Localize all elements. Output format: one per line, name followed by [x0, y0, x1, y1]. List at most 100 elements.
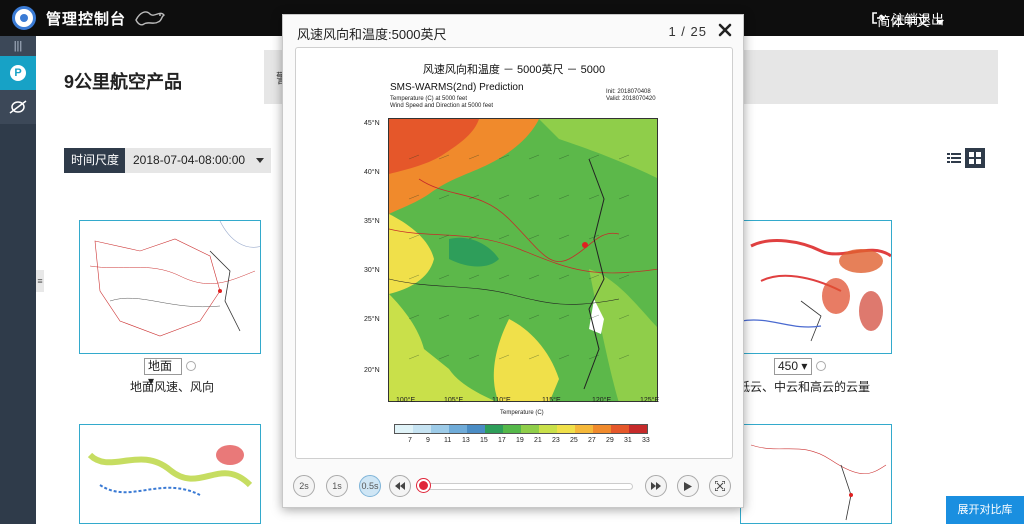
product-thumbnail[interactable]: [79, 220, 261, 354]
colorbar-labels: 7 9 11 13 15 17 19 21 23 25 27 29 31 33: [394, 437, 674, 447]
time-select-value: 2018-07-04-08:00:00: [133, 153, 246, 167]
colorbar-label: 9: [426, 437, 430, 444]
variable-line-1: Temperature (C) at 5000 feet: [390, 96, 468, 102]
lon-tick: 115°E: [542, 397, 561, 404]
colorbar-swatch: [503, 425, 521, 433]
menu-icon: |||: [13, 40, 23, 52]
rewind-button[interactable]: [389, 475, 411, 497]
colorbar-swatch: [593, 425, 611, 433]
colorbar-label: 13: [462, 437, 470, 444]
logo-icon: [12, 6, 36, 30]
forecast-image: 风速风向和温度 － 5000英尺 － 5000 SMS-WARMS(2nd) P…: [295, 47, 733, 459]
sidebar-item-orbit[interactable]: [0, 90, 36, 124]
product-icon: P: [10, 65, 26, 81]
lat-tick: 40°N: [364, 169, 380, 176]
colorbar-label: 19: [516, 437, 524, 444]
level-select-value: 地面: [148, 359, 173, 373]
image-counter: 1 / 25: [668, 24, 707, 39]
product-caption: 地面风速、风向: [130, 380, 215, 394]
colorbar-swatch: [557, 425, 575, 433]
lon-tick: 120°E: [592, 397, 612, 404]
time-scale-label: 时间尺度: [64, 148, 127, 173]
colorbar-label: 21: [534, 437, 542, 444]
play-icon: [684, 481, 692, 491]
colorbar-label: 17: [498, 437, 506, 444]
colorbar-label: 31: [624, 437, 632, 444]
lon-tick: 100°E: [396, 397, 416, 404]
colorbar-swatch: [467, 425, 485, 433]
lat-tick: 20°N: [364, 367, 380, 374]
colorbar-label: 25: [570, 437, 578, 444]
temperature-colorbar: [394, 424, 648, 434]
play-button[interactable]: [677, 475, 699, 497]
colorbar-swatch: [611, 425, 629, 433]
speed-0.5s-button[interactable]: 0.5s: [359, 475, 381, 497]
model-name: SMS-WARMS(2nd) Prediction: [390, 82, 524, 93]
add-compare-icon[interactable]: [816, 361, 826, 371]
colorbar-label: 29: [606, 437, 614, 444]
dragon-logo-icon: [135, 11, 166, 26]
lon-tick: 125°E: [640, 397, 660, 404]
colorbar-swatch: [485, 425, 503, 433]
product-thumbnail[interactable]: [740, 220, 892, 354]
forecast-map: [388, 118, 658, 402]
collapse-handle[interactable]: ≡: [36, 270, 44, 292]
app-title: 管理控制台: [46, 11, 127, 28]
valid-time: Valid: 2018070420: [606, 96, 656, 102]
colorbar-label: 7: [408, 437, 412, 444]
chevron-down-icon: [256, 158, 264, 163]
list-icon: [947, 153, 961, 163]
variable-line-2: Wind Speed and Direction at 5000 feet: [390, 103, 494, 109]
lat-tick: 45°N: [364, 120, 380, 127]
product-caption: 低云、中云和高云的云量: [738, 380, 871, 394]
progress-slider-handle[interactable]: [417, 479, 430, 492]
product-thumbnail[interactable]: [79, 424, 261, 524]
colorbar-label: 11: [444, 437, 452, 444]
chevron-down-icon: [936, 20, 944, 26]
image-viewer-modal: 风速风向和温度:5000英尺 1 / 25 风速风向和温度 － 5000英尺 －…: [282, 14, 744, 508]
grid-icon: [969, 152, 981, 164]
lon-tick: 110°E: [492, 397, 511, 404]
colorbar-title: Temperature (C): [500, 410, 544, 416]
page-title: 9公里航空产品: [64, 72, 183, 92]
figure-title: 风速风向和温度 － 5000英尺 － 5000: [422, 64, 606, 76]
speed-2s-button[interactable]: 2s: [293, 475, 315, 497]
fast-forward-icon: [651, 482, 661, 490]
colorbar-swatch: [413, 425, 431, 433]
modal-title: 风速风向和温度:5000英尺: [297, 27, 447, 42]
language-dropdown[interactable]: 简体中文: [877, 11, 944, 30]
colorbar-swatch: [521, 425, 539, 433]
rewind-icon: [395, 482, 405, 490]
close-icon[interactable]: [717, 22, 733, 38]
language-label: 简体中文: [877, 14, 930, 29]
grid-view-button[interactable]: [965, 148, 985, 168]
level-select[interactable]: 地面 ▾: [144, 358, 182, 388]
lat-tick: 25°N: [364, 316, 380, 323]
speed-1s-button[interactable]: 1s: [326, 475, 348, 497]
level-select[interactable]: 450 ▾: [774, 358, 812, 375]
colorbar-swatch: [449, 425, 467, 433]
colorbar-label: 27: [588, 437, 596, 444]
sidebar-toggle-button[interactable]: |||: [0, 36, 36, 56]
colorbar-swatch: [431, 425, 449, 433]
lat-tick: 30°N: [364, 267, 380, 274]
playback-controls: 2s 1s 0.5s: [293, 473, 733, 499]
colorbar-swatch: [395, 425, 413, 433]
product-thumbnail[interactable]: [740, 424, 892, 524]
init-time: Init: 2018070408: [606, 89, 651, 95]
expand-compare-button[interactable]: 展开对比库: [946, 496, 1024, 524]
colorbar-swatch: [575, 425, 593, 433]
colorbar-swatch: [539, 425, 557, 433]
sidebar-item-products[interactable]: P: [0, 56, 36, 90]
colorbar-label: 23: [552, 437, 560, 444]
progress-track[interactable]: [421, 483, 633, 490]
fullscreen-icon: [715, 481, 725, 491]
fullscreen-button[interactable]: [709, 475, 731, 497]
colorbar-swatch: [629, 425, 647, 433]
list-view-button[interactable]: [944, 148, 964, 168]
fast-forward-button[interactable]: [645, 475, 667, 497]
lon-tick: 105°E: [444, 397, 464, 404]
level-select-value: 450: [778, 359, 799, 373]
add-compare-icon[interactable]: [186, 361, 196, 371]
time-select[interactable]: 2018-07-04-08:00:00: [125, 148, 271, 173]
